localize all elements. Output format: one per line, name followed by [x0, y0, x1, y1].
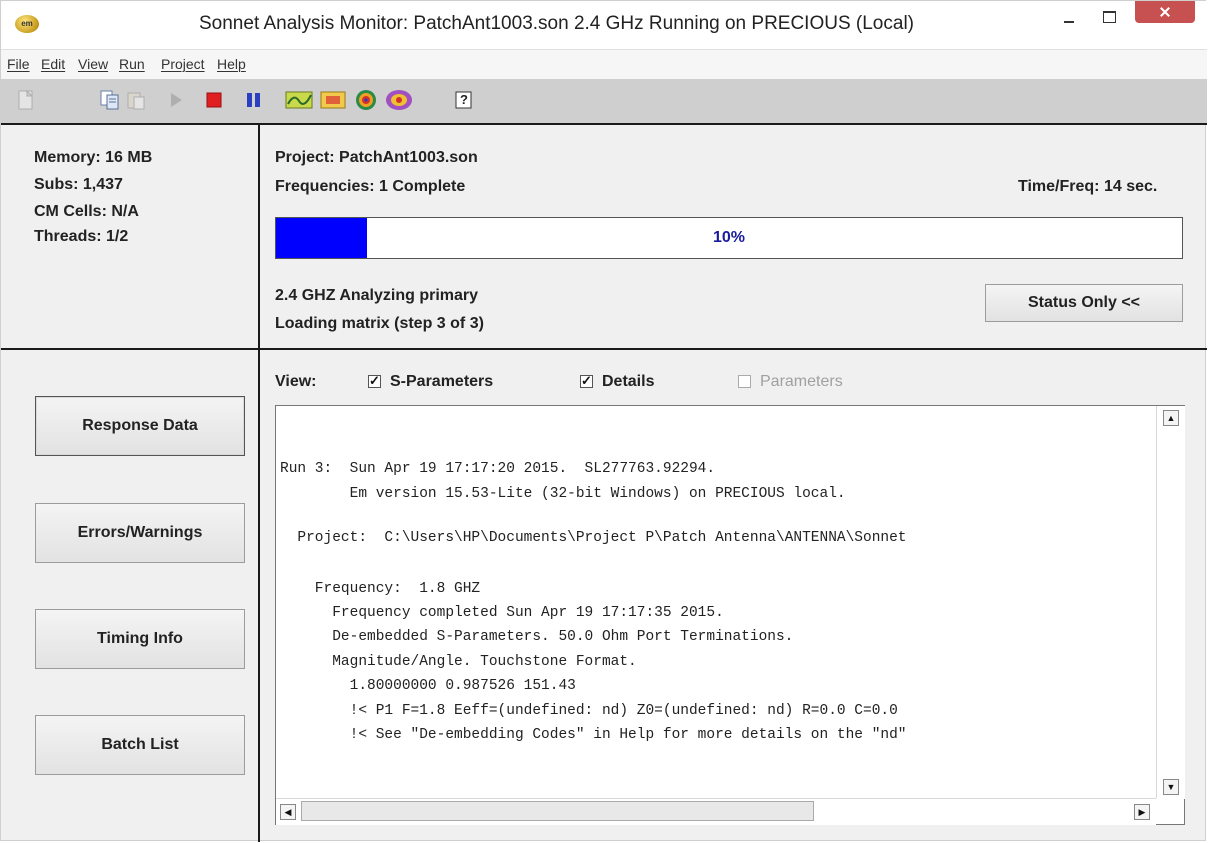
parameters-checkbox — [738, 375, 751, 388]
menu-view[interactable]: View — [78, 56, 108, 72]
log-line: Frequency completed Sun Apr 19 17:17:35 … — [280, 605, 724, 621]
log-line: Em version 15.53-Lite (32-bit Windows) o… — [280, 486, 846, 502]
copy-icon[interactable] — [99, 89, 121, 111]
analysis-progress-bar: 10% — [275, 217, 1183, 259]
project-name: Project: PatchAnt1003.son — [275, 149, 478, 166]
menu-help[interactable]: Help — [217, 56, 246, 72]
antenna-pattern-icon[interactable] — [385, 89, 413, 111]
log-line: 1.80000000 0.987526 151.43 — [280, 678, 576, 694]
response-log[interactable]: Run 3: Sun Apr 19 17:17:20 2015. SL27776… — [275, 405, 1185, 825]
stats-panel: Memory: 16 MB Subs: 1,437 CM Cells: N/A … — [1, 125, 260, 348]
scrollbar-corner — [1156, 798, 1184, 824]
scroll-right-icon[interactable]: ▶ — [1134, 804, 1150, 820]
paste-icon[interactable] — [125, 89, 147, 111]
far-field-icon[interactable] — [353, 89, 379, 111]
log-line: Frequency: 1.8 GHZ — [280, 581, 481, 597]
minimize-button[interactable] — [1056, 7, 1082, 29]
status-only-button[interactable]: Status Only << — [985, 284, 1183, 322]
errors-warnings-button[interactable]: Errors/Warnings — [35, 503, 245, 563]
batch-list-button[interactable]: Batch List — [35, 715, 245, 775]
log-line: De-embedded S-Parameters. 50.0 Ohm Port … — [280, 629, 794, 645]
horizontal-scrollbar[interactable]: ◀ ▶ — [276, 798, 1156, 825]
current-density-icon[interactable] — [319, 89, 347, 111]
memory-stat: Memory: 16 MB — [34, 149, 153, 166]
analysis-monitor-window: em Sonnet Analysis Monitor: PatchAnt1003… — [0, 0, 1207, 842]
nav-panel: Response Data Errors/Warnings Timing Inf… — [1, 350, 260, 842]
menu-file[interactable]: File — [7, 56, 30, 72]
threads-stat: Threads: 1/2 — [34, 228, 129, 245]
details-checkbox[interactable] — [580, 373, 593, 389]
s-parameters-checkbox[interactable] — [368, 373, 381, 389]
menu-bar: File Edit View Run Project Help — [1, 49, 1207, 80]
menu-run[interactable]: Run — [119, 56, 145, 72]
log-line: !< See "De-embedding Codes" in Help for … — [280, 727, 907, 743]
log-line: Project: C:\Users\HP\Documents\Project P… — [280, 530, 907, 546]
horizontal-scroll-thumb[interactable] — [301, 801, 814, 821]
frequencies-status: Frequencies: 1 Complete — [275, 178, 466, 195]
sonnet-app-icon[interactable]: em — [15, 15, 39, 33]
status-line-1: 2.4 GHZ Analyzing primary — [275, 287, 479, 304]
subs-stat: Subs: 1,437 — [34, 176, 123, 193]
help-glyph: ? — [460, 92, 468, 107]
play-icon[interactable] — [165, 89, 187, 111]
stop-icon[interactable] — [203, 89, 225, 111]
help-icon[interactable]: ? — [453, 89, 475, 111]
vertical-scrollbar[interactable]: ▲ ▼ — [1156, 406, 1185, 799]
window-title: Sonnet Analysis Monitor: PatchAnt1003.so… — [199, 13, 914, 34]
log-line: !< P1 F=1.8 Eeff=(undefined: nd) Z0=(und… — [280, 703, 898, 719]
cm-cells-stat: CM Cells: N/A — [34, 203, 139, 220]
scroll-down-icon[interactable]: ▼ — [1163, 779, 1179, 795]
close-button[interactable] — [1135, 1, 1195, 23]
parameters-label: Parameters — [760, 373, 843, 390]
new-icon[interactable] — [15, 89, 37, 111]
title-bar[interactable]: em Sonnet Analysis Monitor: PatchAnt1003… — [1, 1, 1207, 49]
s-parameters-label[interactable]: S-Parameters — [390, 373, 493, 391]
toolbar: ? — [1, 79, 1207, 125]
menu-edit[interactable]: Edit — [41, 56, 65, 72]
progress-percent: 10% — [712, 229, 746, 246]
details-label[interactable]: Details — [602, 373, 654, 391]
log-line: Magnitude/Angle. Touchstone Format. — [280, 654, 637, 670]
response-viewer-icon[interactable] — [285, 89, 315, 111]
status-line-2: Loading matrix (step 3 of 3) — [275, 315, 484, 332]
response-data-button[interactable]: Response Data — [35, 396, 245, 456]
time-per-freq: Time/Freq: 14 sec. — [1018, 178, 1158, 195]
scroll-up-icon[interactable]: ▲ — [1163, 410, 1179, 426]
pause-icon[interactable] — [243, 89, 265, 111]
view-label: View: — [275, 373, 317, 390]
maximize-button[interactable] — [1096, 7, 1122, 29]
log-line: Run 3: Sun Apr 19 17:17:20 2015. SL27776… — [280, 461, 716, 477]
menu-project[interactable]: Project — [161, 56, 205, 72]
timing-info-button[interactable]: Timing Info — [35, 609, 245, 669]
scroll-left-icon[interactable]: ◀ — [280, 804, 296, 820]
